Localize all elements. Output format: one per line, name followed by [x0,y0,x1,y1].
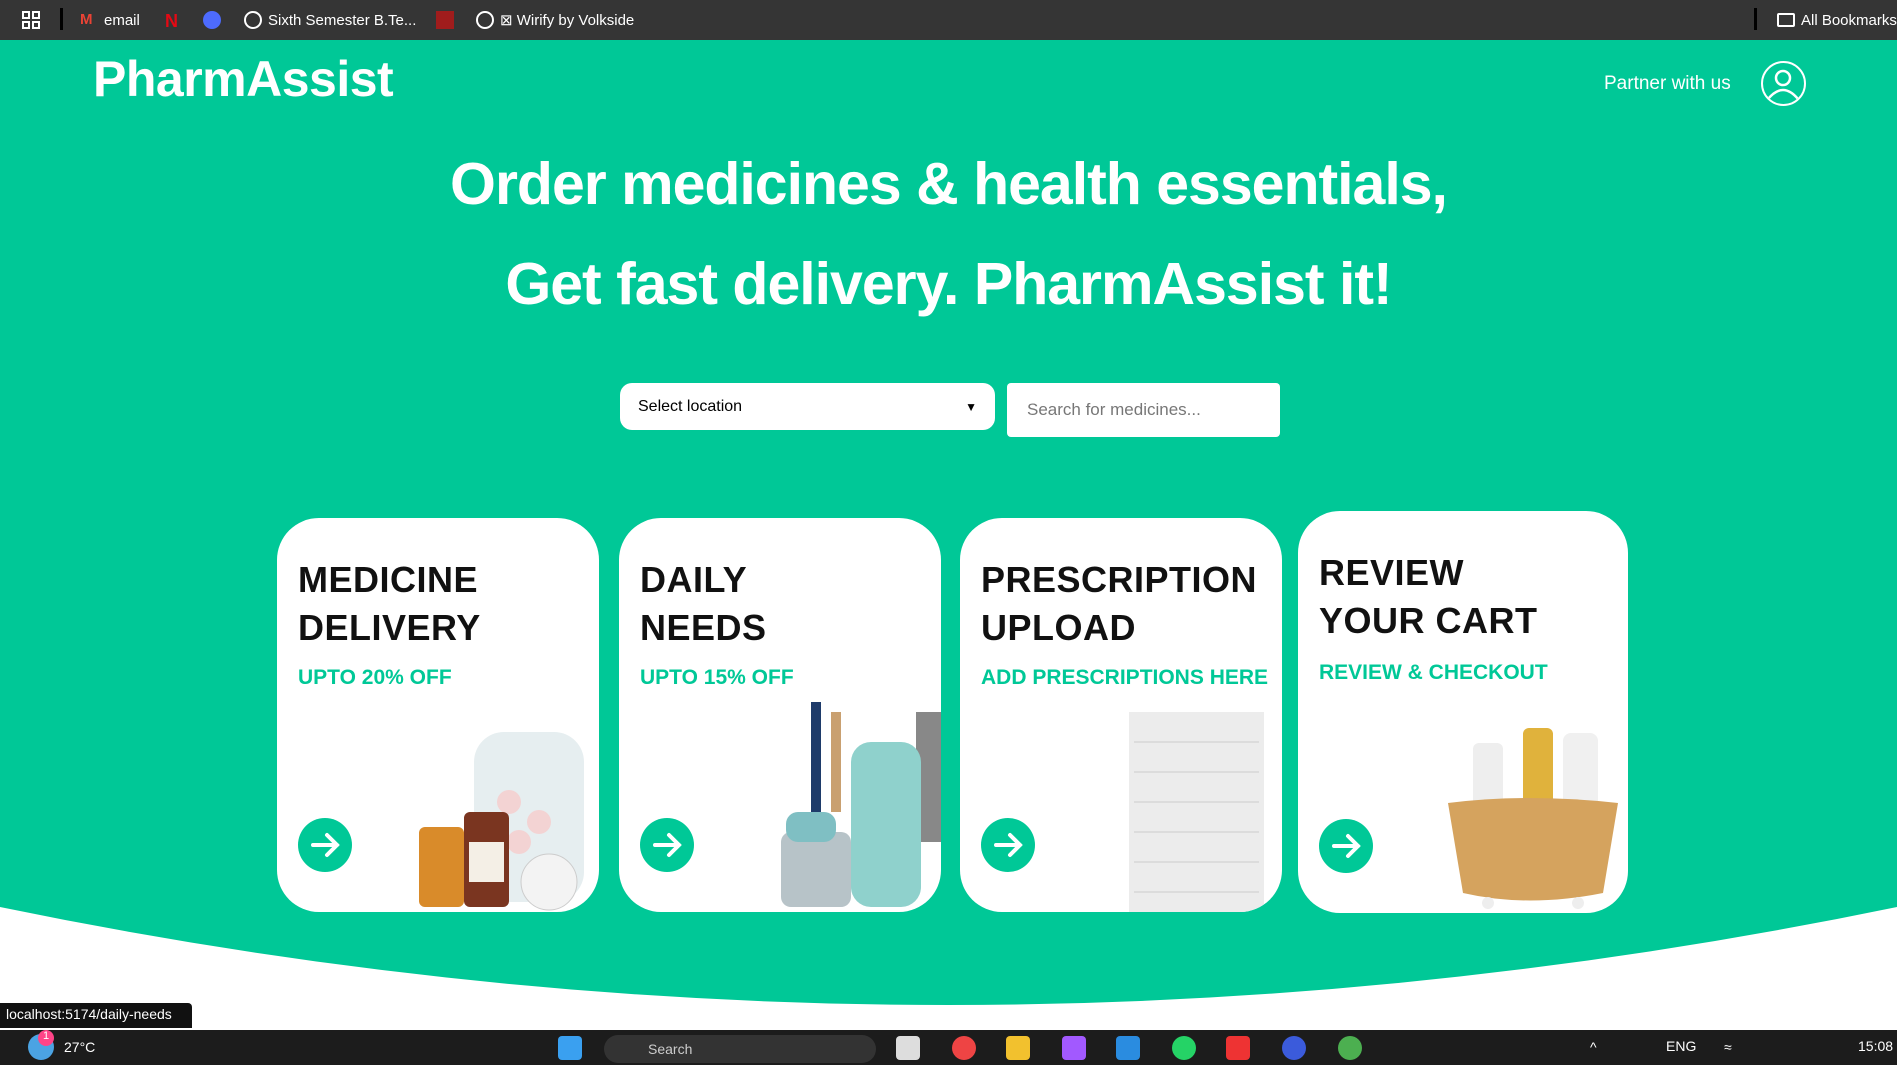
card-prescription-upload[interactable]: PRESCRIPTION UPLOAD ADD PRESCRIPTIONS HER… [960,518,1282,912]
logo[interactable]: PharmAssist [93,50,394,108]
task-view-icon[interactable] [896,1036,920,1060]
bookmark-sixth-semester[interactable]: Sixth Semester B.Te... [244,0,416,40]
red-site-icon [436,11,454,29]
language-indicator[interactable]: ENG [1666,1038,1696,1054]
bookmark-email[interactable]: Memail [80,0,140,40]
hero-line-1: Order medicines & health essentials, [450,151,1448,217]
deepseek-icon [203,11,221,29]
card-subtitle: UPTO 15% OFF [640,666,794,689]
globe-icon [244,11,262,29]
bottom-curve [0,907,1897,1005]
card-review-cart[interactable]: REVIEW YOUR CART REVIEW & CHECKOUT [1298,511,1628,913]
search-input[interactable]: Search for medicines... [1007,383,1280,437]
card-subtitle: UPTO 20% OFF [298,666,452,689]
hero-line-2: Get fast delivery. PharmAssist it! [505,251,1392,317]
card-daily-needs[interactable]: DAILY NEEDS UPTO 15% OFF [619,518,941,912]
wifi-icon[interactable]: ≈ [1724,1039,1732,1055]
medicine-jar-image [419,732,584,911]
bookmark-netflix[interactable]: N [165,0,183,40]
taskbar-search[interactable]: Search [604,1035,876,1063]
bookmark-red-site[interactable] [436,0,454,40]
card-title: NEEDS [640,607,767,648]
chrome-icon[interactable] [952,1036,976,1060]
card-title: PRESCRIPTION [981,559,1258,600]
location-select[interactable]: Select location ▼ [620,383,995,430]
card-subtitle: REVIEW & CHECKOUT [1319,661,1548,684]
toiletries-image [781,702,941,907]
vscode-icon[interactable] [1116,1036,1140,1060]
basket-image [1448,728,1618,909]
arrow-right-icon[interactable] [640,818,694,872]
card-medicine-delivery[interactable]: MEDICINE DELIVERY UPTO 20% OFF [277,518,599,912]
card-title: REVIEW [1319,552,1465,593]
chevron-down-icon: ▼ [965,399,977,414]
divider [60,8,63,30]
chevron-up-icon[interactable]: ^ [1590,1039,1597,1055]
card-title: UPLOAD [981,607,1136,648]
netflix-icon: N [165,11,178,31]
arrow-right-icon[interactable] [1319,819,1373,873]
file-explorer-icon[interactable] [1006,1036,1030,1060]
whatsapp-icon[interactable] [1172,1036,1196,1060]
chrome-profile-icon[interactable] [1282,1036,1306,1060]
hero-section: PharmAssist Partner with us Order medici… [0,40,1897,1005]
bookmark-deepseek[interactable] [203,0,221,40]
globe-icon [476,11,494,29]
arrow-right-icon[interactable] [981,818,1035,872]
wps-icon[interactable] [1226,1036,1250,1060]
card-title: MEDICINE [298,559,479,600]
taskbar: 1 27°C Search ^ ENG ≈ 15:08 [0,1030,1897,1065]
gmail-icon: M [80,11,93,28]
figma-icon[interactable] [1062,1036,1086,1060]
status-url: localhost:5174/daily-needs [0,1003,192,1028]
bookmark-wirify[interactable]: ⊠ Wirify by Volkside [476,0,634,40]
windows-start-icon[interactable] [558,1036,582,1060]
clock[interactable]: 15:08 [1858,1038,1893,1054]
apps-icon[interactable] [22,0,40,40]
prescription-paper-image [1129,712,1264,912]
partner-link[interactable]: Partner with us [1604,73,1731,95]
arrow-right-icon[interactable] [298,818,352,872]
weather-temp: 27°C [64,1039,96,1055]
card-title: YOUR CART [1319,600,1538,641]
chrome-profile-2-icon[interactable] [1338,1036,1362,1060]
bookmarks-bar: Memail N Sixth Semester B.Te... ⊠ Wirify… [0,0,1897,40]
user-avatar-icon[interactable] [1761,61,1806,106]
card-subtitle: ADD PRESCRIPTIONS HERE [981,666,1269,689]
folder-icon [1777,13,1795,27]
all-bookmarks[interactable]: All Bookmarks [1777,0,1897,40]
divider [1754,8,1757,30]
card-title: DAILY [640,559,748,600]
weather-badge: 1 [38,1030,54,1046]
card-title: DELIVERY [298,607,481,648]
